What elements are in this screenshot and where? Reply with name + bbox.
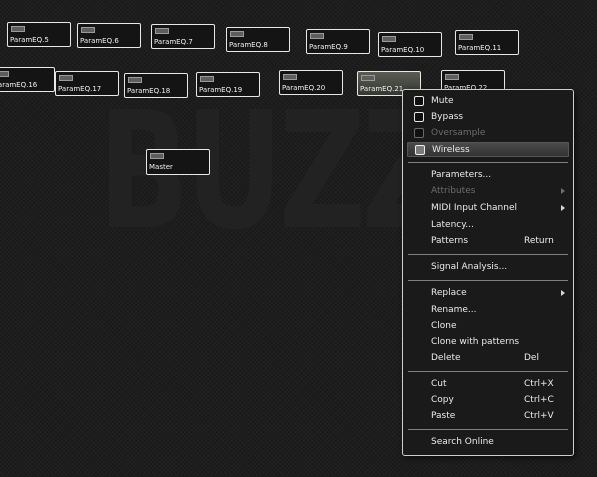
machine-led-icon[interactable] <box>150 153 164 159</box>
machine-led-icon[interactable] <box>283 74 297 80</box>
menu-divider <box>408 162 568 163</box>
menu-item-label: Cut <box>431 379 447 389</box>
machine-label: ParamEQ.10 <box>381 46 425 54</box>
menu-item-label: Wireless <box>432 145 470 155</box>
machine-led-icon[interactable] <box>459 34 473 40</box>
menu-item-label: Patterns <box>431 236 469 246</box>
machine-led-icon[interactable] <box>128 77 142 83</box>
machine-label: ParamEQ.17 <box>58 85 102 93</box>
machine-master[interactable]: Master <box>146 149 210 175</box>
menu-item-label: Paste <box>431 411 456 421</box>
machine-parameq-20[interactable]: ParamEQ.20 <box>279 70 343 95</box>
machine-label: ParamEQ.5 <box>10 36 49 44</box>
menu-item-label: Mute <box>431 96 454 106</box>
menu-item-bypass[interactable]: Bypass <box>407 110 569 125</box>
menu-item-shortcut: Return <box>524 236 554 246</box>
machine-parameq-19[interactable]: ParamEQ.19 <box>196 72 260 97</box>
machine-parameq-10[interactable]: ParamEQ.10 <box>378 32 442 57</box>
machine-parameq-7[interactable]: ParamEQ.7 <box>151 24 215 49</box>
menu-item-label: Clone <box>431 321 457 331</box>
menu-item-oversample: Oversample <box>407 126 569 141</box>
menu-item-shortcut: Ctrl+C <box>524 395 554 405</box>
menu-divider <box>408 254 568 255</box>
menu-item-shortcut: Del <box>524 353 539 363</box>
menu-item-parameters[interactable]: Parameters... <box>407 168 569 183</box>
menu-item-search-online[interactable]: Search Online <box>407 435 569 450</box>
machine-parameq-5[interactable]: ParamEQ.5 <box>7 22 71 47</box>
menu-item-label: Delete <box>431 353 461 363</box>
menu-item-label: MIDI Input Channel <box>431 203 517 213</box>
machine-parameq-11[interactable]: ParamEQ.11 <box>455 30 519 55</box>
mute-checkbox[interactable] <box>414 96 424 106</box>
menu-item-paste[interactable]: Paste Ctrl+V <box>407 409 569 424</box>
machine-parameq-16[interactable]: ParamEQ.16 <box>0 67 55 92</box>
menu-item-clone[interactable]: Clone <box>407 319 569 334</box>
machine-parameq-6[interactable]: ParamEQ.6 <box>77 23 141 48</box>
machine-label: Master <box>149 163 173 171</box>
menu-divider <box>408 280 568 281</box>
machine-led-icon[interactable] <box>0 71 9 77</box>
machine-parameq-17[interactable]: ParamEQ.17 <box>55 71 119 96</box>
menu-item-clone-with-patterns[interactable]: Clone with patterns <box>407 335 569 350</box>
menu-item-label: Search Online <box>431 437 494 447</box>
menu-item-replace[interactable]: Replace <box>407 286 569 301</box>
machine-label: ParamEQ.9 <box>309 43 348 51</box>
machine-led-icon[interactable] <box>445 74 459 80</box>
menu-item-attributes: Attributes <box>407 184 569 199</box>
machine-label: ParamEQ.21 <box>360 85 404 93</box>
menu-item-label: Parameters... <box>431 170 492 180</box>
machine-led-icon[interactable] <box>59 75 73 81</box>
menu-item-patterns[interactable]: Patterns Return <box>407 234 569 249</box>
submenu-arrow-icon <box>561 205 565 211</box>
machine-led-icon[interactable] <box>382 36 396 42</box>
menu-item-signal-analysis[interactable]: Signal Analysis... <box>407 260 569 275</box>
menu-item-label: Attributes <box>431 186 476 196</box>
menu-item-label: Bypass <box>431 112 464 122</box>
machine-label: ParamEQ.16 <box>0 81 38 89</box>
menu-item-label: Oversample <box>431 128 486 138</box>
menu-item-label: Clone with patterns <box>431 337 520 347</box>
machine-parameq-18[interactable]: ParamEQ.18 <box>124 73 188 98</box>
menu-item-cut[interactable]: Cut Ctrl+X <box>407 377 569 392</box>
machine-label: ParamEQ.6 <box>80 37 119 45</box>
machine-led-icon[interactable] <box>11 26 25 32</box>
machine-led-icon[interactable] <box>81 27 95 33</box>
menu-item-latency[interactable]: Latency... <box>407 218 569 233</box>
menu-item-shortcut: Ctrl+X <box>524 379 554 389</box>
machine-led-icon[interactable] <box>230 31 244 37</box>
menu-item-label: Replace <box>431 288 467 298</box>
menu-item-label: Latency... <box>431 220 474 230</box>
oversample-checkbox <box>414 128 424 138</box>
menu-item-delete[interactable]: Delete Del <box>407 351 569 366</box>
bypass-checkbox[interactable] <box>414 112 424 122</box>
machine-label: ParamEQ.20 <box>282 84 326 92</box>
machine-led-icon[interactable] <box>310 33 324 39</box>
menu-divider <box>408 371 568 372</box>
menu-item-label: Signal Analysis... <box>431 262 508 272</box>
menu-item-label: Copy <box>431 395 454 405</box>
menu-item-wireless[interactable]: Wireless <box>407 142 569 157</box>
menu-item-label: Rename... <box>431 305 477 315</box>
machine-label: ParamEQ.18 <box>127 87 171 95</box>
machine-led-icon[interactable] <box>361 75 375 81</box>
wireless-checkbox[interactable] <box>415 145 425 155</box>
menu-item-shortcut: Ctrl+V <box>524 411 554 421</box>
menu-item-copy[interactable]: Copy Ctrl+C <box>407 393 569 408</box>
submenu-arrow-icon <box>561 290 565 296</box>
submenu-arrow-icon <box>561 188 565 194</box>
menu-item-midi-input-channel[interactable]: MIDI Input Channel <box>407 201 569 216</box>
machine-context-menu: Mute Bypass Oversample Wireless Paramete… <box>402 89 574 456</box>
menu-item-rename[interactable]: Rename... <box>407 303 569 318</box>
menu-divider <box>408 429 568 430</box>
machine-led-icon[interactable] <box>200 76 214 82</box>
menu-item-mute[interactable]: Mute <box>407 94 569 109</box>
machine-led-icon[interactable] <box>155 28 169 34</box>
machine-parameq-9[interactable]: ParamEQ.9 <box>306 29 370 54</box>
machine-label: ParamEQ.19 <box>199 86 243 94</box>
machine-label: ParamEQ.8 <box>229 41 268 49</box>
machine-label: ParamEQ.11 <box>458 44 502 52</box>
machine-parameq-8[interactable]: ParamEQ.8 <box>226 27 290 52</box>
machine-label: ParamEQ.7 <box>154 38 193 46</box>
